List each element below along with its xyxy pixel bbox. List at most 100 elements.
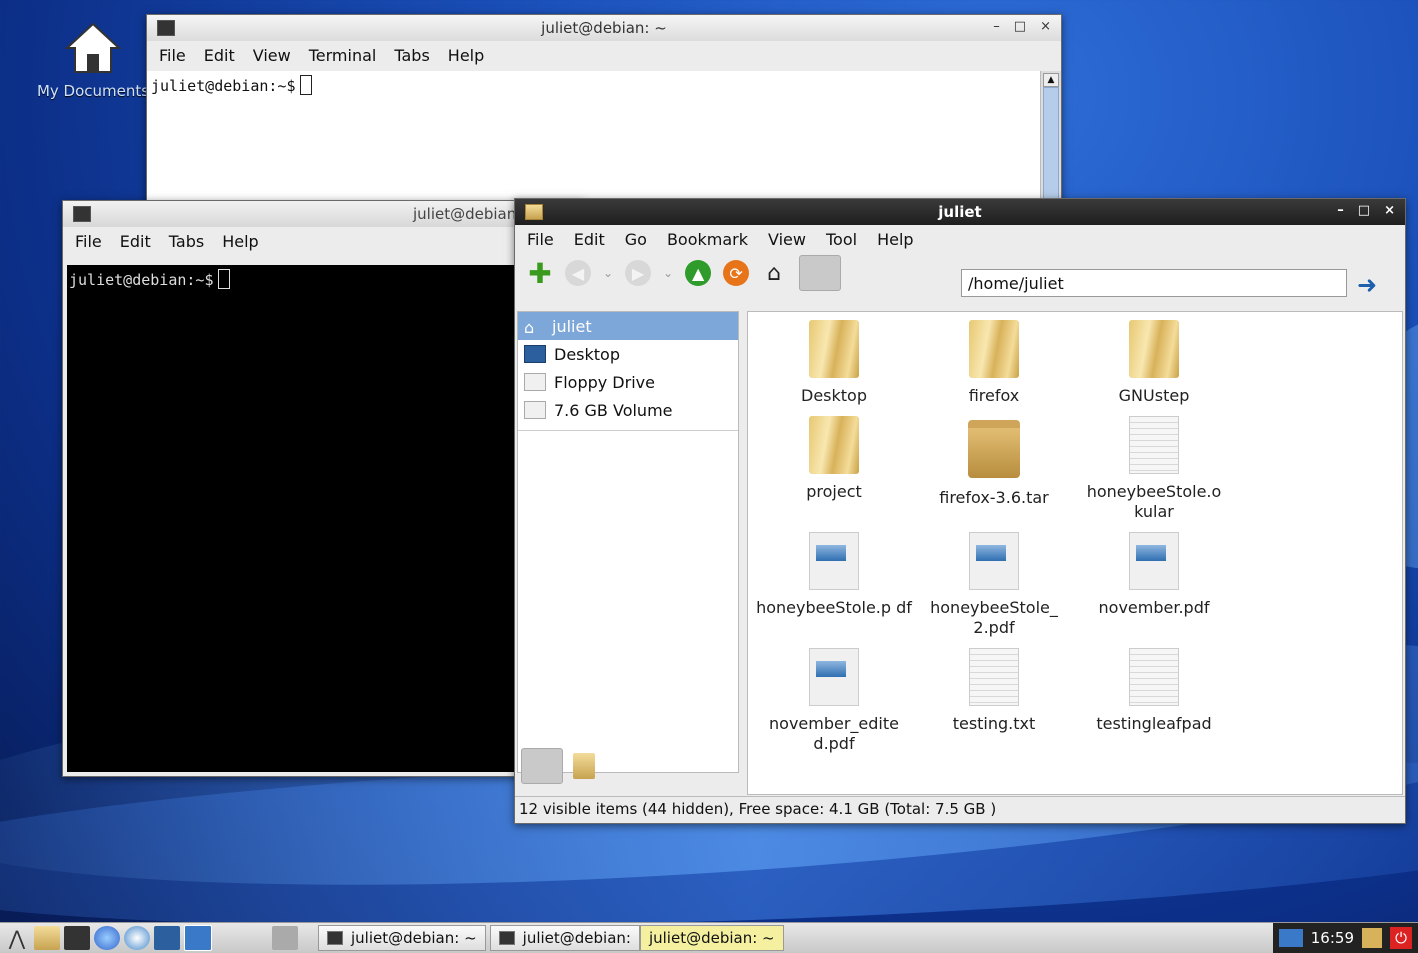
file-label: honeybeeStole.p df [756,598,912,617]
menu-file[interactable]: File [75,232,102,251]
address-bar[interactable]: /home/juliet [961,269,1347,297]
text-file-icon [1129,648,1179,706]
scrollbar-thumb[interactable] [1043,87,1059,205]
menu-file[interactable]: File [159,46,186,65]
close-button[interactable]: × [1384,203,1395,218]
scroll-up-icon[interactable]: ▲ [1043,73,1059,87]
up-arrow-icon[interactable]: ▲ [685,260,712,286]
home-icon[interactable]: ⌂ [761,260,787,286]
file-item[interactable]: GNUstep [1074,320,1234,406]
window-title: juliet@debian: ~ [413,205,539,223]
menu-tabs[interactable]: Tabs [394,46,429,65]
file-manager-launcher-icon[interactable] [34,926,60,950]
folder-view-icon[interactable] [799,255,842,291]
file-item[interactable]: firefox [914,320,1074,406]
file-item[interactable]: honeybeeStole.p df [754,532,914,618]
maximize-button[interactable]: □ [1014,19,1026,34]
terminal-window-2[interactable]: juliet@debian: ~ File Edit Tabs Help jul… [62,200,584,777]
file-manager-window[interactable]: juliet – □ × File Edit Go Bookmark View … [514,198,1406,824]
terminal-icon [498,931,515,945]
maximize-button[interactable]: □ [1358,203,1370,218]
menu-help[interactable]: Help [877,230,913,249]
task-button-terminal-2[interactable]: juliet@debian: [489,925,640,951]
menu-edit[interactable]: Edit [204,46,235,65]
floppy-icon [524,373,546,391]
tree-view-icon[interactable] [573,753,595,779]
file-label: november_edite d.pdf [769,714,899,753]
menu-edit[interactable]: Edit [574,230,605,249]
workspace-switcher-icon[interactable] [184,925,212,951]
folder-icon [969,320,1019,378]
start-menu-icon[interactable]: ⋀ [4,926,30,950]
file-label: november.pdf [1098,598,1210,617]
close-button[interactable]: × [1040,19,1051,34]
sidebar-item-juliet[interactable]: ⌂ juliet [518,312,738,340]
menu-file[interactable]: File [527,230,554,249]
menu-tool[interactable]: Tool [826,230,857,249]
sidebar-item-label: Desktop [554,344,620,364]
window-title: juliet@debian: ~ [541,19,667,37]
task-label: juliet@debian: ~ [351,929,477,947]
scrollbar[interactable]: ▲ [1040,71,1061,205]
menu-help[interactable]: Help [222,232,258,251]
terminal-cursor [217,269,230,289]
menu-bookmark[interactable]: Bookmark [667,230,748,249]
text-file-icon [969,648,1019,706]
task-button-terminal-1[interactable]: juliet@debian: ~ [318,925,486,951]
menu-edit[interactable]: Edit [120,232,151,251]
file-item[interactable]: testing.txt [914,648,1074,734]
chevron-down-icon[interactable]: ⌄ [603,266,613,280]
menu-tabs[interactable]: Tabs [169,232,204,251]
titlebar[interactable]: juliet – □ × [515,199,1405,225]
file-item[interactable]: november_edite d.pdf [754,648,914,754]
network-icon[interactable] [1278,929,1303,947]
network-launcher-icon[interactable] [124,926,150,950]
minimize-button[interactable]: – [993,19,1000,34]
file-item[interactable]: honeybeeStole.o kular [1074,416,1234,522]
text-file-icon [1129,416,1179,474]
show-desktop-icon[interactable] [154,926,180,950]
menu-terminal[interactable]: Terminal [309,46,377,65]
sidebar-item-floppy[interactable]: Floppy Drive [518,368,738,396]
terminal-output[interactable]: juliet@debian:~$ [67,265,583,772]
lock-icon[interactable] [1362,928,1382,948]
status-bar: 12 visible items (44 hidden), Free space… [515,796,1405,823]
file-item[interactable]: project [754,416,914,502]
forward-arrow-icon[interactable]: ▶ [625,260,652,286]
drive-icon [524,401,546,419]
sidebar-item-desktop[interactable]: Desktop [518,340,738,368]
titlebar[interactable]: juliet@debian: ~ [63,201,583,227]
file-item[interactable]: honeybeeStole_ 2.pdf [914,532,1074,638]
task-button-terminal-3[interactable]: juliet@debian: ~ [639,925,784,951]
power-icon[interactable]: ⏻ [1390,927,1412,949]
menubar: File Edit Go Bookmark View Tool Help [515,225,1405,253]
places-view-icon[interactable] [521,748,563,784]
sidebar-item-volume[interactable]: 7.6 GB Volume [518,396,738,424]
reload-icon[interactable]: ⟳ [723,260,750,286]
menu-view[interactable]: View [768,230,806,249]
menu-go[interactable]: Go [625,230,647,249]
terminal-launcher-icon[interactable] [64,926,90,950]
taskbar: ⋀ juliet@debian: ~ juliet@debian: juliet… [0,922,1418,953]
browser-launcher-icon[interactable] [94,926,120,950]
terminal-cursor [299,75,312,95]
chevron-down-icon[interactable]: ⌄ [663,266,673,280]
file-item[interactable]: firefox-3.6.tar [914,416,1074,508]
file-icon-view[interactable]: Desktop firefox GNUstep project firefox-… [747,311,1403,795]
file-item[interactable]: Desktop [754,320,914,406]
clock[interactable]: 16:59 [1311,929,1354,947]
file-item[interactable]: testingleafpad [1074,648,1234,734]
file-label: Desktop [801,386,867,405]
terminal-output[interactable]: juliet@debian:~$ [147,71,1041,205]
minimize-button[interactable]: – [1337,203,1344,218]
workspace-switcher-icon[interactable] [272,926,298,950]
menu-view[interactable]: View [253,46,291,65]
new-tab-plus-icon[interactable]: ✚ [527,257,553,290]
menu-help[interactable]: Help [448,46,484,65]
file-item[interactable]: november.pdf [1074,532,1234,618]
go-arrow-icon[interactable]: ➜ [1357,271,1377,299]
terminal-window-1[interactable]: juliet@debian: ~ – □ × File Edit View Te… [146,14,1062,206]
titlebar[interactable]: juliet@debian: ~ – □ × [147,15,1061,41]
sidebar-item-label: juliet [552,316,592,336]
back-arrow-icon[interactable]: ◀ [565,260,591,286]
